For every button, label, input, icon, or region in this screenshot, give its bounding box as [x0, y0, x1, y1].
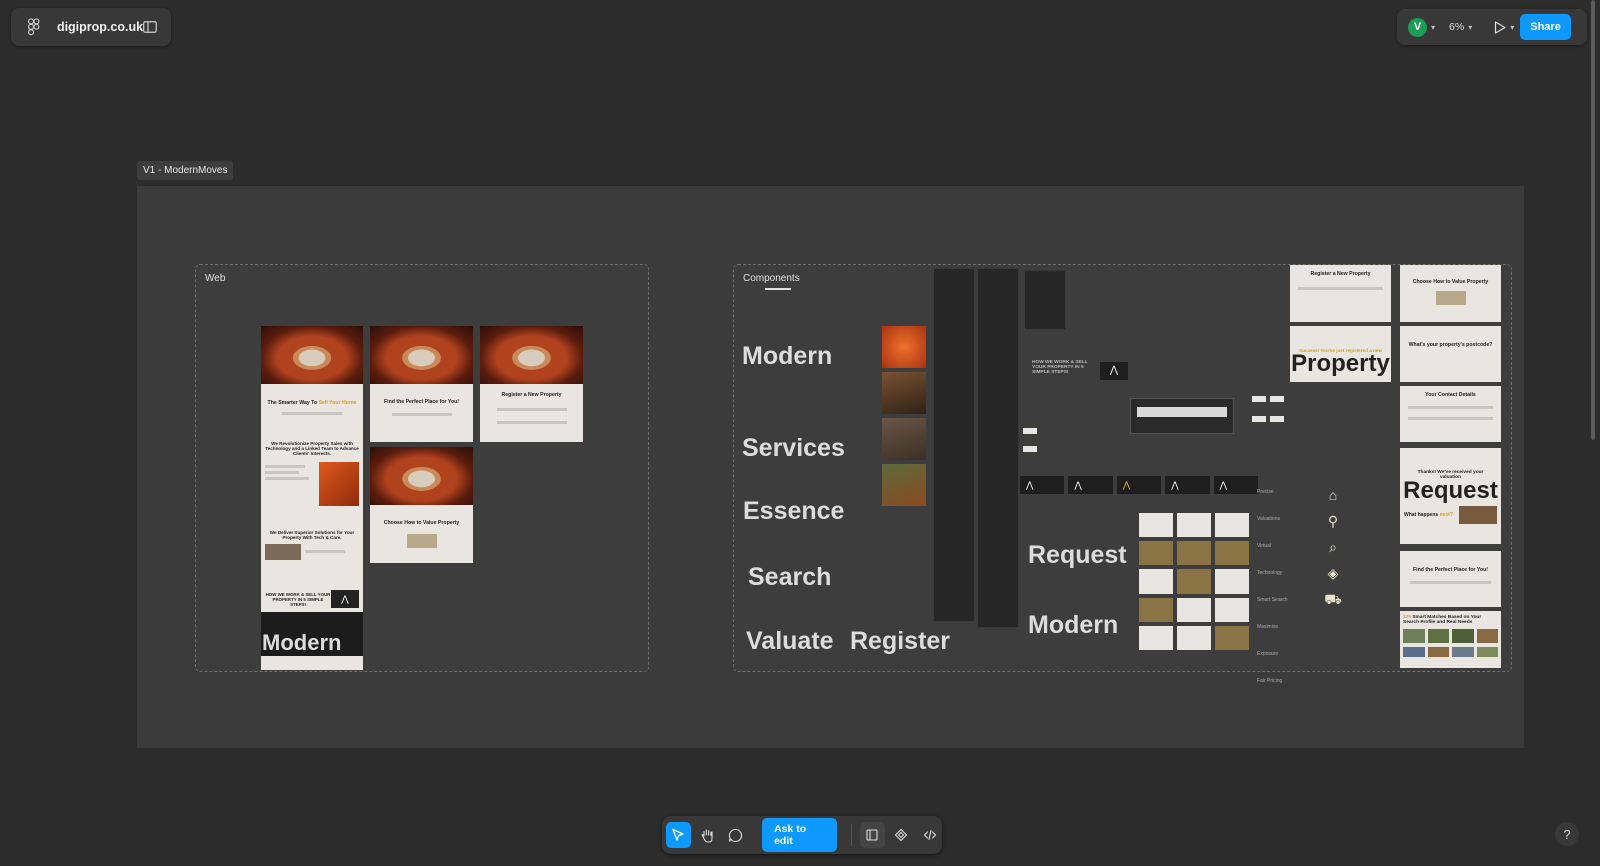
what-happens-text: What happens [1404, 512, 1440, 518]
components-button[interactable] [889, 822, 914, 848]
chevron-down-icon[interactable]: ▾ [1510, 23, 1514, 32]
component-image-1 [882, 326, 926, 368]
file-menu[interactable]: digiprop.co.uk [11, 8, 171, 46]
word-essence: Essence [743, 497, 845, 525]
find-place-card[interactable]: Find the Perfect Place for You! [1400, 551, 1501, 607]
car-icon: ⛟ [1324, 591, 1342, 607]
inspect-icon [866, 829, 878, 841]
top-right-toolbar: V ▾ 6% ▾ ▾ Share [1397, 9, 1587, 45]
modern-footer-text: Modern [262, 630, 342, 655]
hand-icon [701, 828, 713, 843]
choose-value-card-title: Choose How to Value Property [1412, 279, 1489, 285]
how-we-work-small: HOW WE WORK & SELL YOUR PROPERTY IN 5 SI… [1032, 360, 1088, 375]
smart-matches-card[interactable]: 125 Smart Matches Based on Your Search P… [1400, 611, 1501, 668]
word-valuate: Valuate [746, 627, 834, 655]
register-card-title: Register a New Property [1310, 271, 1371, 277]
figma-logo-icon[interactable] [27, 18, 41, 36]
button-component[interactable] [1023, 428, 1037, 434]
move-tool-button[interactable] [666, 822, 691, 848]
component-image-3 [882, 418, 926, 460]
button-component[interactable] [1252, 396, 1266, 402]
logo-a-icon: ⋀ [1100, 362, 1128, 380]
features-list: Precise Valuations Virtual Technology Sm… [1257, 489, 1288, 684]
what-happens-accent: next? [1439, 512, 1453, 518]
find-place-title: Find the Perfect Place for You! [383, 399, 460, 405]
pin-icon: ⚲ [1327, 513, 1339, 529]
dark-card-column-1[interactable] [933, 268, 975, 622]
property-big-text: Property [1291, 350, 1390, 377]
avatar[interactable]: V [1408, 17, 1427, 37]
vertical-scrollbar[interactable] [1591, 0, 1595, 440]
chevron-down-icon[interactable]: ▾ [1431, 23, 1435, 32]
comment-icon [729, 828, 743, 842]
register-screen[interactable]: Register a New Property [480, 326, 583, 442]
postcode-title: What's your property's postcode? [1408, 342, 1493, 348]
revolutionize-text: We Revolutionize Property Sales with Tec… [265, 441, 359, 456]
contact-card[interactable]: Your Contact Details [1400, 386, 1501, 442]
share-button[interactable]: Share [1520, 14, 1571, 40]
component-image-2 [882, 372, 926, 414]
how-we-work-text: HOW WE WORK & SELL YOUR PROPERTY IN 5 SI… [265, 591, 331, 607]
file-name[interactable]: digiprop.co.uk [57, 20, 143, 34]
register-title: Register a New Property [501, 392, 562, 398]
home-title-accent: Sell Your Home [318, 400, 357, 406]
code-icon [923, 829, 936, 841]
coins-icon: ◈ [1327, 565, 1339, 581]
button-component[interactable] [1270, 416, 1284, 422]
word-search: Search [748, 563, 832, 591]
word-modern: Modern [742, 342, 833, 370]
contact-title: Your Contact Details [1425, 392, 1476, 398]
dev-mode-inspect-button[interactable] [859, 822, 885, 848]
register-property-card[interactable]: Register a New Property [1290, 265, 1391, 322]
feature-image [319, 462, 359, 506]
word-register: Register [850, 627, 951, 655]
component-image-4 [882, 464, 926, 506]
matches-text: Smart Matches Based on Your Search Profi… [1403, 615, 1482, 625]
word-request: Request [1028, 541, 1127, 569]
toggle-sidebar-icon[interactable] [143, 21, 157, 33]
button-component[interactable] [1252, 416, 1266, 422]
button-component[interactable] [1023, 446, 1037, 452]
dark-card-column-2[interactable] [977, 268, 1019, 628]
help-button[interactable]: ? [1555, 822, 1579, 846]
component-icon [894, 828, 908, 842]
components-section-label: Components [743, 273, 800, 284]
ask-to-edit-button[interactable]: Ask to edit [762, 818, 838, 852]
web-section-label: Web [205, 273, 226, 284]
search-icon: ⌕ [1329, 539, 1337, 555]
postcode-card[interactable]: What's your property's postcode? [1400, 326, 1501, 382]
logo-row: ⋀ ⋀ ⋀ ⋀ ⋀ [1020, 476, 1259, 494]
chevron-down-icon[interactable]: ▾ [1468, 23, 1472, 32]
superior-text: We Deliver Superior Solutions for Your P… [269, 530, 355, 540]
word-services: Services [742, 434, 845, 462]
bottom-toolbar: Ask to edit [662, 816, 942, 854]
button-component[interactable] [1270, 396, 1284, 402]
house-icon: ⌂ [1328, 487, 1338, 503]
cursor-icon [672, 828, 684, 841]
hero-image [261, 326, 363, 384]
card-grid [1139, 513, 1249, 650]
home-screen[interactable]: The Smarter Way To Sell Your Home We Rev… [261, 326, 363, 670]
code-button[interactable] [917, 822, 942, 848]
comment-tool-button[interactable] [723, 822, 748, 848]
choose-value-card[interactable]: Choose How to Value Property [1400, 265, 1501, 322]
components-section[interactable] [733, 264, 1512, 672]
choose-value-screen[interactable]: Choose How to Value Property [370, 447, 473, 563]
frame-label[interactable]: V1 - ModernMoves [137, 161, 234, 180]
request-thanks-card[interactable]: Thanks! We've received your valuation Re… [1400, 448, 1501, 544]
property-success-card[interactable]: Success! You've just registered a new Pr… [1290, 326, 1391, 382]
zoom-level[interactable]: 6% [1449, 21, 1464, 33]
find-place-card-title: Find the Perfect Place for You! [1412, 567, 1489, 573]
home-title: The Smarter Way To [267, 400, 319, 406]
word-modern-2: Modern [1028, 611, 1119, 639]
feature-icons: ⌂ ⚲ ⌕ ◈ ⛟ [1322, 482, 1344, 612]
find-place-screen[interactable]: Find the Perfect Place for You! [370, 326, 473, 442]
dark-card[interactable] [1024, 270, 1066, 330]
request-big-text: Request [1403, 477, 1498, 504]
hand-tool-button[interactable] [695, 822, 720, 848]
logo-a-icon: ⋀ [331, 590, 359, 608]
choose-value-title: Choose How to Value Property [383, 520, 460, 526]
present-play-icon[interactable] [1494, 20, 1506, 34]
navbar-component[interactable] [1130, 398, 1234, 434]
